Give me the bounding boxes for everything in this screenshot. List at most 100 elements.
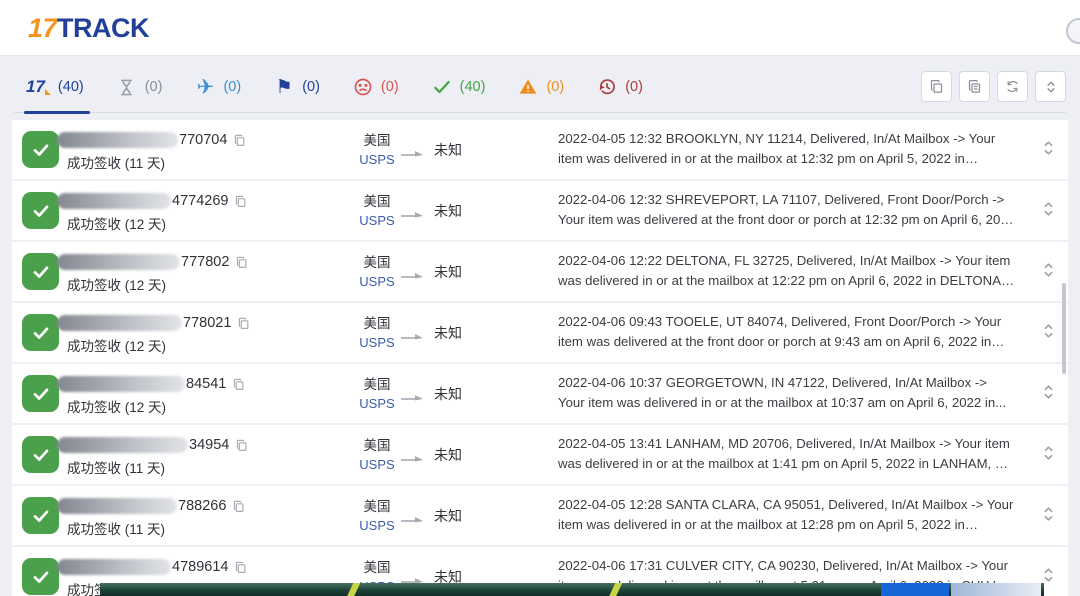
status-text: 成功签收 (12 天) — [67, 335, 166, 355]
check-icon — [431, 76, 453, 98]
tab-all[interactable]: 17 (40) — [14, 62, 100, 112]
17track-logo[interactable]: 17TRACK — [28, 13, 149, 44]
expand-row-icon[interactable] — [1043, 567, 1054, 588]
destination: 未知 — [434, 323, 462, 343]
tab-pick-up[interactable]: ⚑ (0) — [257, 62, 336, 112]
carrier-name[interactable]: USPS — [353, 213, 401, 228]
carrier-name[interactable]: USPS — [353, 274, 401, 289]
expand-row-icon[interactable] — [1043, 384, 1054, 405]
status-text: 成功签收 (11 天) — [67, 457, 165, 477]
copy-icon[interactable] — [235, 439, 248, 452]
table-row[interactable]: 778021 成功签收 (12 天) 美国 USPS 未知 2022-04-06… — [12, 303, 1068, 362]
copy-icon[interactable] — [232, 500, 245, 513]
table-row[interactable]: 770704 成功签收 (11 天) 美国 USPS 未知 2022-04-05… — [12, 120, 1068, 179]
carrier-name[interactable]: USPS — [353, 457, 401, 472]
destination: 未知 — [434, 384, 462, 404]
banner-streak — [346, 583, 361, 596]
copy-icon[interactable] — [235, 256, 248, 269]
status-text: 成功签收 (12 天) — [67, 274, 166, 294]
carrier-col: 美国 USPS — [353, 129, 401, 167]
destination: 未知 — [434, 140, 462, 160]
tab-count: (0) — [302, 79, 320, 95]
expand-row-icon[interactable] — [1043, 323, 1054, 344]
carrier-col: 美国 USPS — [353, 312, 401, 350]
status-text: 成功签收 (11 天) — [67, 518, 165, 538]
tab-delivered[interactable]: (40) — [415, 62, 502, 112]
tracking-number-suffix: 4774269 — [172, 193, 228, 209]
refresh-button[interactable] — [997, 71, 1028, 102]
copy-icon[interactable] — [234, 561, 247, 574]
route-arrow-icon — [400, 512, 424, 530]
carrier-name[interactable]: USPS — [353, 152, 401, 167]
copy-icon[interactable] — [237, 317, 250, 330]
copy-icon[interactable] — [233, 134, 246, 147]
copy-icon[interactable] — [234, 195, 247, 208]
expand-row-icon[interactable] — [1043, 445, 1054, 466]
copy-list-button[interactable] — [959, 71, 990, 102]
banner-badge-light — [951, 583, 1041, 596]
logo-track: TRACK — [57, 13, 149, 43]
masked-tracking-number — [57, 376, 185, 392]
delivered-check-badge — [22, 253, 59, 290]
tab-count: (0) — [546, 79, 564, 95]
masked-tracking-number — [57, 132, 178, 148]
tracking-number-suffix: 84541 — [186, 376, 226, 392]
carrier-col: 美国 USPS — [353, 495, 401, 533]
table-row[interactable]: 4774269 成功签收 (12 天) 美国 USPS 未知 2022-04-0… — [12, 181, 1068, 240]
delivered-check-badge — [22, 131, 59, 168]
copy-button[interactable] — [921, 71, 952, 102]
plane-icon: ✈ — [194, 76, 216, 98]
carrier-name[interactable]: USPS — [353, 396, 401, 411]
carrier-col: 美国 USPS — [353, 190, 401, 228]
expand-row-icon[interactable] — [1043, 201, 1054, 222]
delivered-check-badge — [22, 497, 59, 534]
tab-alert[interactable]: (0) — [501, 62, 580, 112]
table-row[interactable]: 777802 成功签收 (12 天) 美国 USPS 未知 2022-04-06… — [12, 242, 1068, 301]
masked-tracking-number — [57, 193, 171, 209]
tracking-number-line: 84541 — [57, 375, 245, 393]
hourglass-icon — [116, 76, 138, 98]
carrier-name[interactable]: USPS — [353, 518, 401, 533]
tracking-number-line: 34954 — [57, 436, 248, 454]
17track-app: 17TRACK 17 (40) (0) ✈ (0) ⚑ (0) (0) — [0, 0, 1080, 596]
table-row[interactable]: 788266 成功签收 (11 天) 美国 USPS 未知 2022-04-05… — [12, 486, 1068, 545]
latest-tracking-event: 2022-04-06 09:43 TOOELE, UT 84074, Deliv… — [558, 312, 1016, 352]
tab-undelivered[interactable]: (0) — [336, 62, 415, 112]
table-row[interactable]: 84541 成功签收 (12 天) 美国 USPS 未知 2022-04-06 … — [12, 364, 1068, 423]
tab-count: (0) — [145, 79, 163, 95]
avatar[interactable] — [1066, 18, 1080, 44]
copy-icon[interactable] — [232, 378, 245, 391]
masked-tracking-number — [57, 559, 171, 575]
expand-row-icon[interactable] — [1043, 140, 1054, 161]
latest-tracking-event: 2022-04-05 12:32 BROOKLYN, NY 11214, Del… — [558, 129, 1016, 169]
tracking-number-suffix: 777802 — [181, 254, 229, 270]
carrier-name[interactable]: USPS — [353, 335, 401, 350]
status-text: 成功签收 (11 天) — [67, 152, 165, 172]
latest-tracking-event: 2022-04-06 12:32 SHREVEPORT, LA 71107, D… — [558, 190, 1016, 230]
delivered-check-badge — [22, 375, 59, 412]
destination: 未知 — [434, 262, 462, 282]
scrollbar-thumb[interactable] — [1062, 283, 1066, 374]
tracking-list: 770704 成功签收 (11 天) 美国 USPS 未知 2022-04-05… — [12, 120, 1068, 596]
list-toolbar — [921, 71, 1066, 102]
origin-country: 美国 — [353, 129, 401, 149]
tab-not-found[interactable]: (0) — [100, 62, 179, 112]
tab-in-transit[interactable]: ✈ (0) — [178, 62, 257, 112]
tracking-number-line: 788266 — [57, 497, 245, 515]
expand-row-icon[interactable] — [1043, 506, 1054, 527]
tab-expired[interactable]: (0) — [580, 62, 659, 112]
origin-country: 美国 — [353, 251, 401, 271]
origin-country: 美国 — [353, 190, 401, 210]
origin-country: 美国 — [353, 495, 401, 515]
sort-button[interactable] — [1035, 71, 1066, 102]
destination: 未知 — [434, 445, 462, 465]
masked-tracking-number — [57, 498, 177, 514]
origin-country: 美国 — [353, 373, 401, 393]
destination: 未知 — [434, 201, 462, 221]
route-arrow-icon — [400, 390, 424, 408]
expand-row-icon[interactable] — [1043, 262, 1054, 283]
bottom-banner — [100, 583, 1044, 596]
tracking-number-suffix: 778021 — [183, 315, 231, 331]
carrier-col: 美国 USPS — [353, 373, 401, 411]
table-row[interactable]: 34954 成功签收 (11 天) 美国 USPS 未知 2022-04-05 … — [12, 425, 1068, 484]
